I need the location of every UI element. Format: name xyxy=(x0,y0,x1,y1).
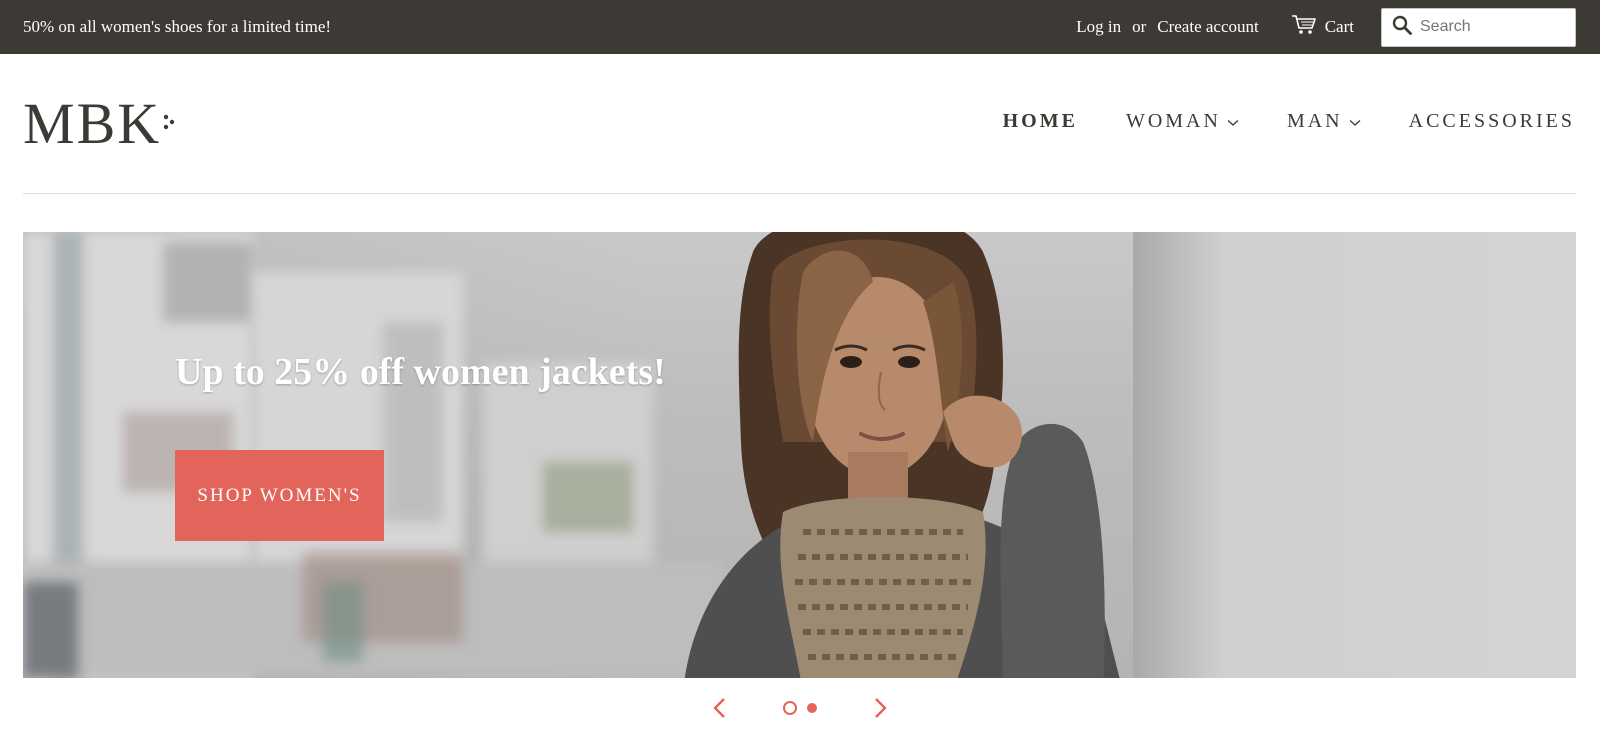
hero-content: Up to 25% off women jackets! SHOP WOMEN'… xyxy=(175,350,666,541)
announcement-bar: 50% on all women's shoes for a limited t… xyxy=(0,0,1600,54)
hero-slide: Up to 25% off women jackets! SHOP WOMEN'… xyxy=(23,232,1576,678)
login-link[interactable]: Log in xyxy=(1076,17,1121,37)
slide-dot-1[interactable] xyxy=(783,701,797,715)
slider-controls xyxy=(0,690,1600,726)
chevron-right-icon[interactable] xyxy=(866,693,896,723)
logo-dots-icon xyxy=(163,111,177,138)
cart-link[interactable]: Cart xyxy=(1291,14,1354,41)
cart-label: Cart xyxy=(1324,17,1354,36)
search-input[interactable] xyxy=(1420,18,1570,36)
header-divider xyxy=(23,193,1576,194)
or-separator: or xyxy=(1132,17,1147,36)
background-blur xyxy=(323,582,363,662)
chevron-down-icon xyxy=(1227,110,1239,133)
background-wall xyxy=(1133,232,1576,678)
background-blur xyxy=(23,582,78,678)
nav-item-label: WOMAN xyxy=(1125,109,1221,132)
nav-item-man[interactable]: MAN xyxy=(1287,110,1361,133)
main-nav: HOME WOMAN MAN ACCESSORIES xyxy=(955,106,1575,136)
announcement-text: 50% on all women's shoes for a limited t… xyxy=(23,17,332,36)
site-header: MBK HOME WOMAN MAN ACCESSORIES xyxy=(0,54,1600,194)
shop-womens-button[interactable]: SHOP WOMEN'S xyxy=(175,450,384,541)
slide-dot-2[interactable] xyxy=(807,703,817,713)
create-account-link[interactable]: Create account xyxy=(1157,17,1258,37)
logo[interactable]: MBK xyxy=(23,94,177,154)
slider-dots xyxy=(778,701,822,715)
search-box xyxy=(1381,7,1576,47)
nav-item-label: ACCESSORIES xyxy=(1408,109,1575,132)
nav-item-label: HOME xyxy=(1002,109,1078,132)
chevron-left-icon[interactable] xyxy=(704,693,734,723)
chevron-down-icon xyxy=(1349,110,1361,133)
background-blur xyxy=(163,242,253,322)
cart-icon xyxy=(1291,14,1325,41)
nav-item-accessories[interactable]: ACCESSORIES xyxy=(1409,110,1575,133)
account-links: Log in or Create account Cart xyxy=(1076,0,1576,54)
nav-item-label: MAN xyxy=(1286,109,1343,132)
hero-title: Up to 25% off women jackets! xyxy=(175,351,666,393)
nav-item-woman[interactable]: WOMAN xyxy=(1126,110,1239,133)
nav-item-home[interactable]: HOME xyxy=(1003,110,1078,133)
hero-model-image xyxy=(684,232,1120,678)
logo-text: MBK xyxy=(23,91,162,156)
search-icon[interactable] xyxy=(1392,15,1412,40)
